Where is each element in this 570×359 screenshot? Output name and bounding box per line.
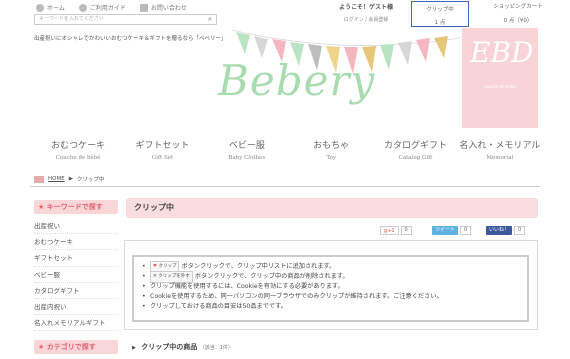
- note-item: クリップしておける商品の目安は50品までです。: [142, 302, 527, 312]
- keyword-item[interactable]: おむつケーキ: [34, 234, 118, 251]
- keyword-item[interactable]: ベビー服: [34, 267, 118, 283]
- main-menu: おむつケーキ Couche de bébé ギフトセット Gift Set ベビー服…: [36, 138, 542, 161]
- clip-count: 1 点: [434, 20, 446, 26]
- search-icon[interactable]: ⌕: [205, 15, 215, 24]
- gplus-count: 0: [400, 226, 412, 235]
- gplus-button[interactable]: g+1: [380, 226, 399, 235]
- cart-label: ショッピングカート: [493, 4, 543, 10]
- menu-item-gift-set[interactable]: ギフトセット Gift Set: [120, 138, 204, 161]
- gplus-share[interactable]: g+1 0: [380, 226, 412, 235]
- breadcrumb-home[interactable]: HOME: [48, 176, 65, 182]
- menu-item-memorial[interactable]: 名入れ・メモリアル Memorial: [458, 138, 542, 161]
- facebook-like[interactable]: いいね！ 0: [486, 226, 526, 235]
- welcome-text: ようこそ！ゲスト様: [338, 4, 393, 11]
- ebd-badge: EBD couche de bebe: [462, 28, 538, 128]
- cart-summary: 0 点（¥0）: [503, 18, 533, 24]
- clip-label: クリップ中: [426, 7, 454, 13]
- home-link[interactable]: ホーム: [36, 3, 65, 12]
- keyword-item[interactable]: 出産祝い: [34, 218, 118, 235]
- note-item: Cookieを使用するため、同一パソコンの同一ブラウザでのみクリップが維持されま…: [142, 292, 527, 302]
- fb-count: 0: [514, 226, 526, 235]
- breadcrumb: HOME ▶ クリップ中: [34, 175, 104, 183]
- clip-counter[interactable]: クリップ中 1 点: [411, 1, 469, 27]
- tweet-share[interactable]: ツイート 0: [432, 226, 472, 235]
- menu-item-diaper-cake[interactable]: おむつケーキ Couche de bébé: [36, 138, 120, 161]
- keyword-item[interactable]: 名入れメモリアルギフト: [34, 315, 118, 332]
- keyword-item[interactable]: 出産内祝い: [34, 299, 118, 316]
- menu-item-catalog-gift[interactable]: カタログギフト Catalog Gift: [373, 138, 457, 161]
- clip-items-heading: クリップ中の商品 （該当：1件）: [132, 342, 233, 352]
- divider: [30, 186, 540, 187]
- header-nav: ホーム ご利用ガイド お問い合わせ: [36, 3, 187, 12]
- house-icon: [36, 3, 44, 12]
- keyword-search-title: ★ キーワードで探す: [34, 200, 118, 214]
- breadcrumb-current: クリップ中: [76, 177, 105, 183]
- keyword-item[interactable]: カタログギフト: [34, 283, 118, 299]
- tweet-button[interactable]: ツイート: [432, 226, 459, 235]
- keyword-item[interactable]: ギフトセット: [34, 250, 118, 267]
- note-item: クリップ機能を使用するには、Cookieを有効にする必要があります。: [142, 282, 527, 292]
- ebd-monogram: EBD: [470, 36, 534, 69]
- breadcrumb-separator: ▶: [68, 176, 73, 182]
- site-logo[interactable]: Bebery: [218, 56, 375, 105]
- guide-link[interactable]: ご利用ガイド: [78, 3, 126, 12]
- note-item: ♥ クリップボタンクリックで、クリップ中リストに追加されます。: [142, 261, 527, 273]
- search-input[interactable]: キーワードを入れてください: [34, 14, 217, 25]
- ebd-subtitle: couche de bebe: [484, 84, 516, 89]
- page-title: クリップ中: [126, 198, 538, 218]
- login-link[interactable]: ログイン / 会員登録: [326, 16, 406, 23]
- fb-like-button[interactable]: いいね！: [486, 226, 513, 235]
- tweet-count: 0: [460, 226, 472, 235]
- category-search-title: ★ カテゴリで探す: [34, 340, 118, 354]
- menu-item-baby-clothes[interactable]: ベビー服 Baby Clothes: [205, 138, 289, 161]
- menu-item-toy[interactable]: おもちゃ Toy: [289, 138, 373, 161]
- keyword-list: 出産祝い おむつケーキ ギフトセット ベビー服 カタログギフト 出産内祝い 名入…: [34, 218, 118, 332]
- cart-link[interactable]: ショッピングカート 0 点（¥0）: [472, 2, 564, 24]
- clip-info-box: ♥ クリップボタンクリックで、クリップ中リストに追加されます。 ✕ クリップを外…: [132, 255, 529, 322]
- contact-link[interactable]: お問い合わせ: [139, 3, 187, 12]
- note-item: ✕ クリップを外すボタンクリックで、クリップ中の商品が削除されます。: [142, 271, 527, 283]
- clip-items-count: （該当：1件）: [199, 345, 233, 351]
- question-icon: [78, 3, 87, 12]
- tagline: 出産祝いにオシャレでかわいいおむつケーキ＆ギフトを贈るなら「ベベリー」: [34, 36, 227, 42]
- home-icon: [34, 175, 44, 183]
- topbar: ホーム ご利用ガイド お問い合わせ キーワードを入れてください ⌕ ようこそ！ゲ…: [0, 0, 570, 28]
- welcome-area: ようこそ！ゲスト様 ログイン / 会員登録: [326, 2, 406, 23]
- mail-icon: [139, 3, 148, 12]
